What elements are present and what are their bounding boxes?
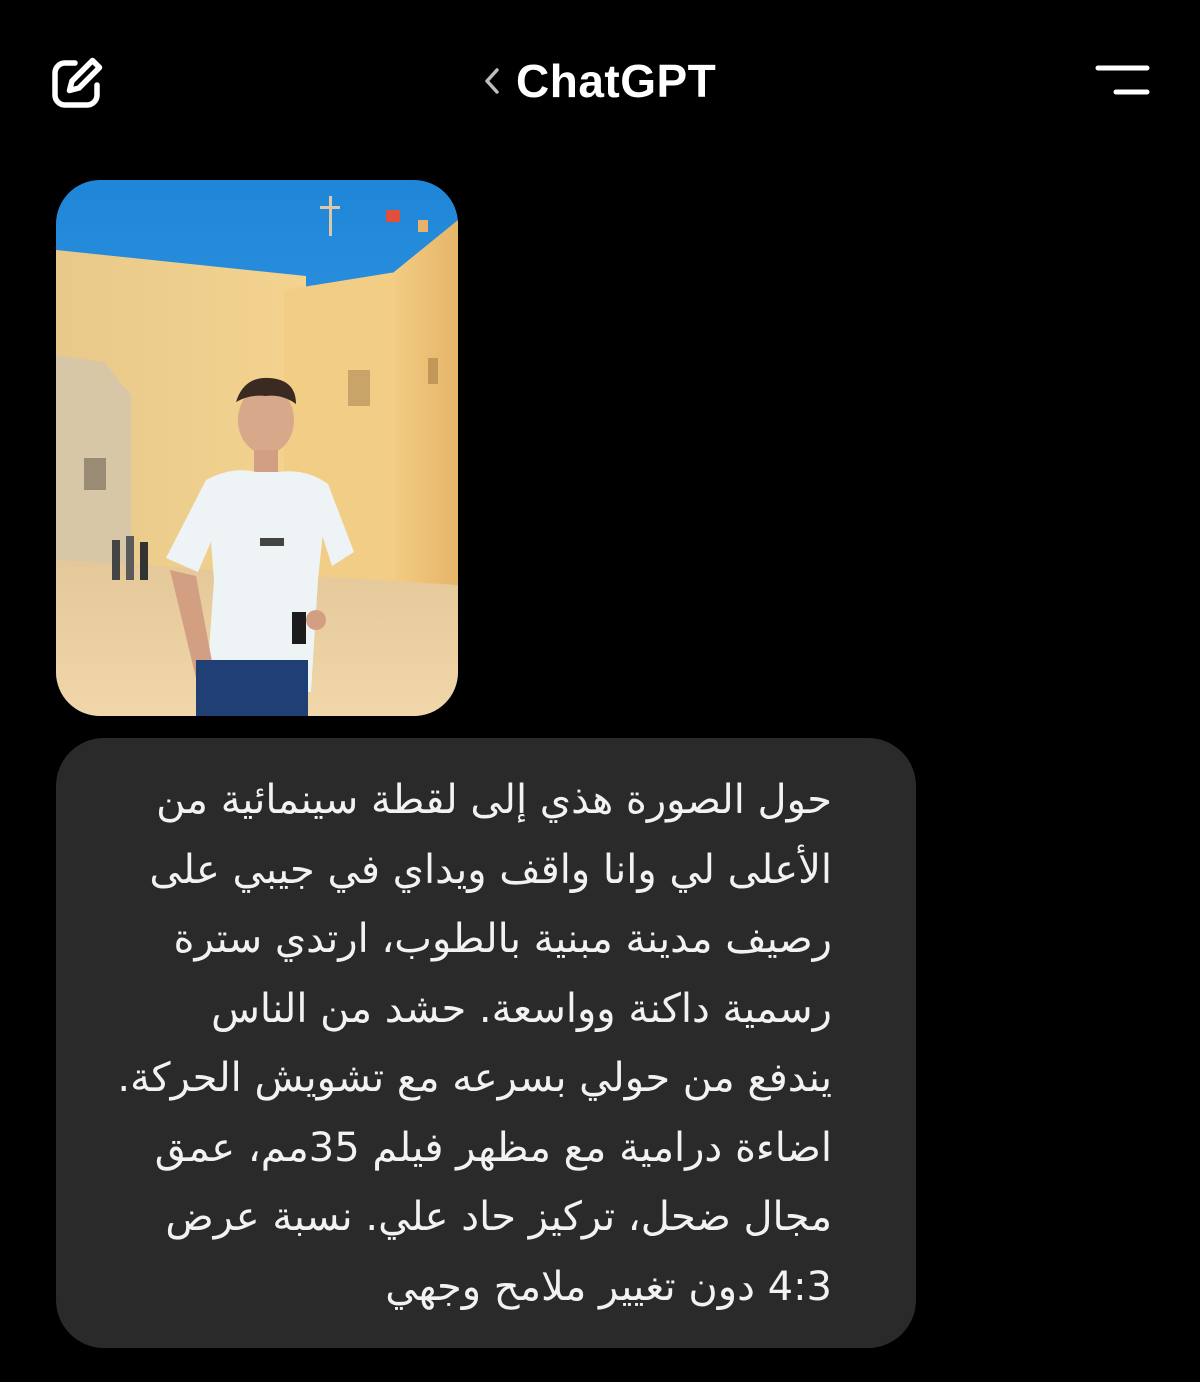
menu-button[interactable] [1090,58,1156,108]
top-bar: ChatGPT [0,0,1200,160]
user-message-bubble[interactable]: حول الصورة هذي إلى لقطة سينمائية من الأع… [56,738,916,1348]
attached-photo[interactable] [56,180,458,716]
menu-lines-icon [1095,65,1150,95]
user-message-text: حول الصورة هذي إلى لقطة سينمائية من الأع… [117,777,832,1310]
page-title: ChatGPT [516,55,717,107]
new-chat-button[interactable] [46,52,108,114]
chevron-left-icon [480,61,504,101]
model-selector[interactable]: ChatGPT [480,48,716,114]
chat-screen: ChatGPT حول الصورة هذي إلى لقطة سينمائية… [0,0,1200,1382]
edit-square-icon [52,57,103,108]
